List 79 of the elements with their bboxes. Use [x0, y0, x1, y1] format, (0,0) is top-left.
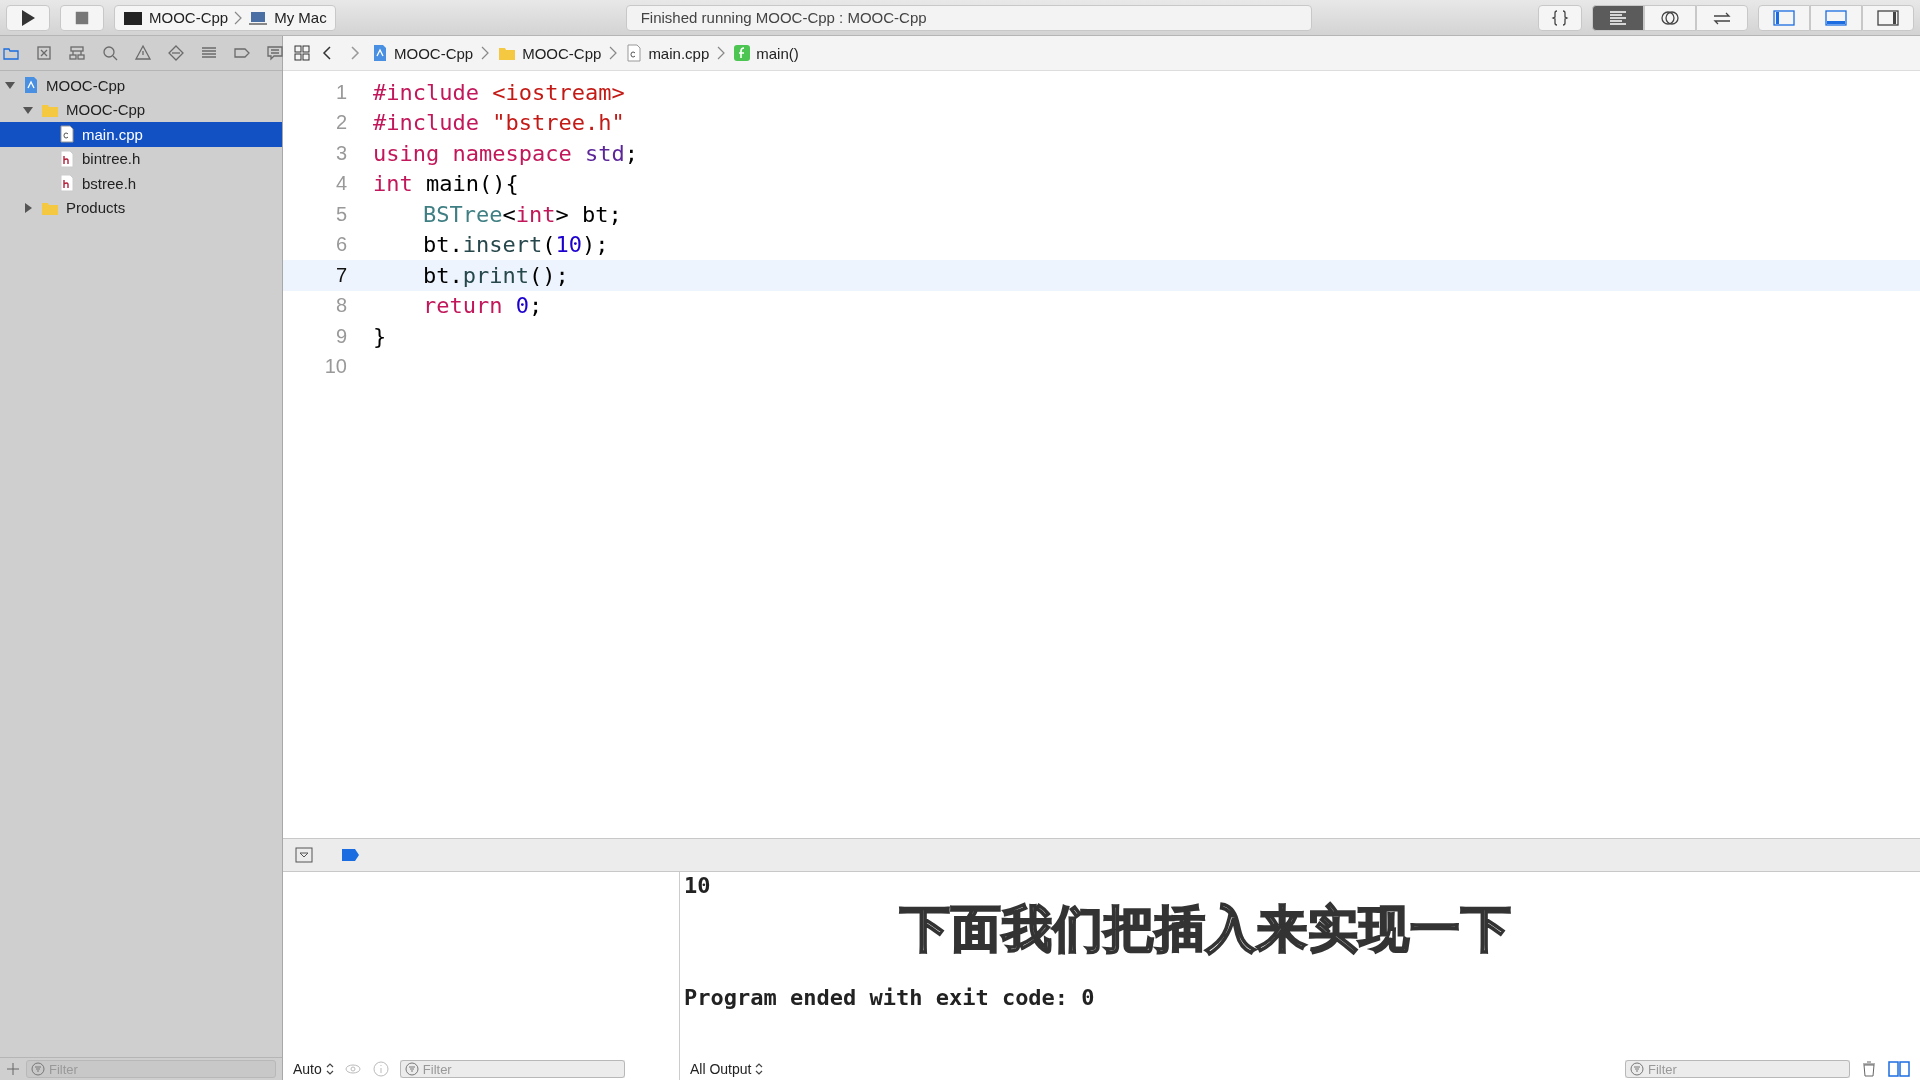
run-button[interactable] — [6, 4, 50, 31]
breadcrumb[interactable]: main() — [733, 44, 799, 62]
chevron-icon — [481, 45, 490, 61]
disclosure-icon — [22, 201, 34, 214]
header-file-icon — [58, 149, 76, 168]
filter-icon — [31, 1062, 45, 1076]
file-tree-item[interactable]: Products — [0, 195, 282, 220]
panel-toggle[interactable] — [1758, 4, 1810, 31]
breakpoint-icon[interactable] — [341, 846, 361, 864]
filter-field[interactable]: Filter — [399, 1060, 625, 1078]
code-line: 10 — [323, 354, 348, 380]
code-line: 4 int main(){ — [334, 170, 520, 199]
console-line: Program ended with exit code: 0 — [684, 985, 1095, 1010]
code-line: 9 } — [334, 322, 388, 351]
trash-icon — [1860, 1060, 1878, 1078]
breadcrumb[interactable]: MOOC-Cpp — [497, 44, 602, 62]
navigator-tab[interactable] — [101, 44, 119, 62]
source-file-icon — [58, 125, 76, 144]
project-icon — [371, 44, 389, 62]
play-icon — [19, 8, 37, 27]
navigator-tab[interactable] — [68, 44, 86, 62]
search-icon — [101, 44, 119, 62]
stop-icon — [74, 9, 90, 26]
scope-dropdown[interactable]: Auto — [293, 1061, 334, 1077]
split-view-icon — [1888, 1060, 1910, 1078]
hide-panel-icon — [295, 846, 313, 864]
filter-icon — [404, 1062, 419, 1076]
code-line: 5 BSTree<int> bt; — [334, 200, 623, 229]
function-icon — [733, 44, 752, 62]
chevron-icon — [234, 9, 243, 26]
square-icon — [35, 44, 53, 62]
chevron-icon — [717, 45, 726, 61]
breadcrumb[interactable]: main.cpp — [625, 44, 710, 62]
braces-icon — [1551, 8, 1569, 27]
code-line: 1 #include <iostream> — [334, 78, 626, 107]
filter-field[interactable]: Filter — [1625, 1060, 1850, 1078]
warning-icon — [134, 44, 152, 62]
file-tree-item[interactable]: main.cpp — [0, 122, 282, 147]
console-line: 10 — [684, 873, 711, 898]
add-icon — [6, 1062, 20, 1076]
editor-mode-button[interactable] — [1696, 4, 1748, 31]
updown-icon — [755, 1063, 764, 1075]
diamond-icon — [167, 44, 185, 62]
header-file-icon — [58, 174, 76, 193]
breadcrumb[interactable]: MOOC-Cpp — [371, 44, 474, 62]
file-tree-item[interactable]: bstree.h — [0, 171, 282, 196]
scheme-selector[interactable]: MOOC-Cpp My Mac — [114, 4, 336, 31]
panel-icon — [1773, 7, 1795, 28]
panel-toggle[interactable] — [1862, 4, 1914, 31]
panel-icon — [1825, 7, 1847, 28]
output-dropdown[interactable]: All Output — [690, 1061, 764, 1077]
filter-icon — [1630, 1062, 1644, 1076]
subtitle: 下面我们把插入来实现一下 — [900, 902, 1512, 956]
grid-icon — [293, 44, 311, 62]
editor-mode-button[interactable] — [1592, 4, 1644, 31]
navigator-tab[interactable] — [266, 44, 284, 62]
code-line: 3 using namespace std; — [334, 139, 639, 168]
code-line: 8 return 0; — [334, 292, 544, 321]
chevron-icon — [609, 45, 618, 61]
info-icon — [371, 1060, 390, 1078]
file-tree-item[interactable]: MOOC-Cpp — [0, 97, 282, 122]
activity-status: Finished running MOOC-Cpp : MOOC-Cpp — [625, 4, 1312, 31]
message-icon — [266, 44, 284, 62]
navigator-tab[interactable] — [167, 44, 185, 62]
hierarchy-icon — [68, 44, 86, 62]
navigator-tab[interactable] — [35, 44, 53, 62]
code-line: 2 #include "bstree.h" — [334, 109, 626, 138]
file-tree-item[interactable]: MOOC-Cpp — [0, 73, 282, 98]
stop-button[interactable] — [60, 4, 104, 31]
project-icon — [22, 76, 40, 95]
navigator-tab[interactable] — [134, 44, 152, 62]
code-line: 6 bt.insert(10); — [334, 231, 610, 260]
braces-button[interactable] — [1538, 4, 1582, 31]
updown-icon — [325, 1063, 334, 1075]
editor-mode-button[interactable] — [1644, 4, 1696, 31]
panel-icon — [1877, 7, 1899, 28]
file-tree-item[interactable]: bintree.h — [0, 146, 282, 171]
panel-toggle[interactable] — [1810, 4, 1862, 31]
source-file-icon — [625, 44, 644, 62]
